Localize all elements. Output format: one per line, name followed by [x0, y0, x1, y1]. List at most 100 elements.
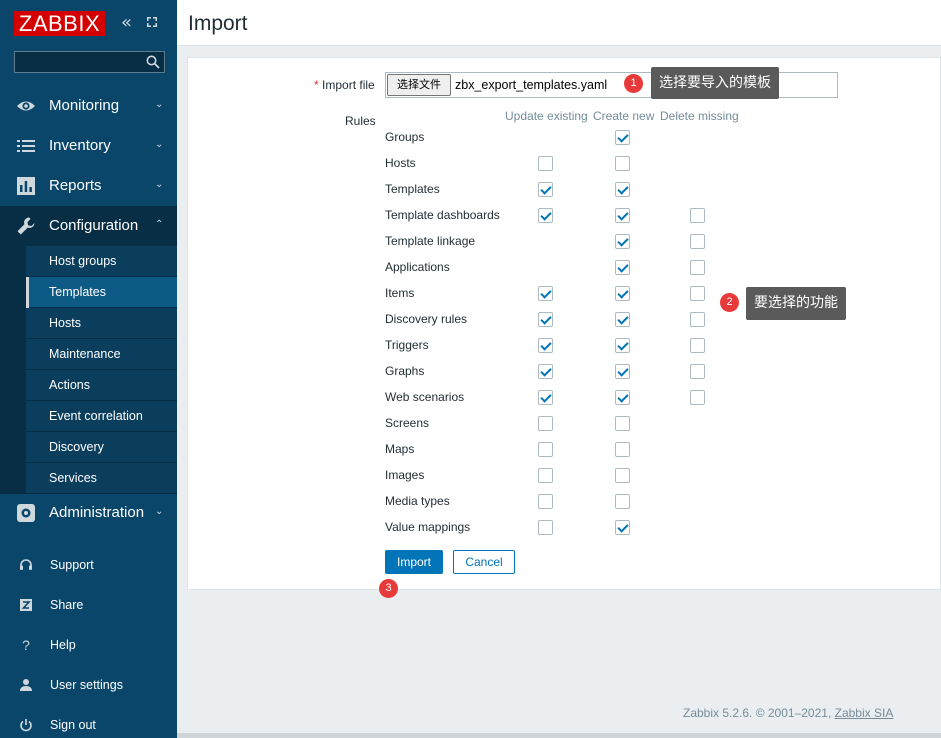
- sidebar-search-input[interactable]: [14, 51, 165, 73]
- rule-update-checkbox[interactable]: [538, 312, 553, 327]
- import-file-label: * Import file: [314, 78, 375, 92]
- rule-label: Templates: [385, 182, 440, 196]
- rule-create-checkbox[interactable]: [615, 130, 630, 145]
- menu-help[interactable]: ? Help: [0, 625, 177, 665]
- rule-label: Value mappings: [385, 520, 471, 534]
- submenu-services[interactable]: Services: [26, 463, 177, 494]
- rule-update-checkbox[interactable]: [538, 364, 553, 379]
- list-icon: [17, 140, 35, 152]
- cancel-button[interactable]: Cancel: [453, 550, 515, 574]
- submenu-label: Templates: [49, 285, 106, 299]
- rule-update-checkbox[interactable]: [538, 286, 553, 301]
- rule-update-checkbox[interactable]: [538, 468, 553, 483]
- rule-label: Applications: [385, 260, 450, 274]
- zabbix-logo[interactable]: ZABBIX: [14, 11, 105, 36]
- submenu-discovery[interactable]: Discovery: [26, 432, 177, 463]
- rule-create-checkbox[interactable]: [615, 156, 630, 171]
- rule-label: Web scenarios: [385, 390, 465, 404]
- menu-configuration[interactable]: Configuration ⌃: [0, 206, 177, 246]
- footer: Zabbix 5.2.6. © 2001–2021, Zabbix SIA: [683, 706, 893, 720]
- rule-update-checkbox[interactable]: [538, 182, 553, 197]
- user-icon: [20, 679, 32, 691]
- footer-text: Zabbix 5.2.6. © 2001–2021,: [683, 706, 835, 720]
- rule-update-checkbox[interactable]: [538, 208, 553, 223]
- annotation-callout-2: 要选择的功能: [746, 287, 846, 320]
- rule-update-checkbox[interactable]: [538, 156, 553, 171]
- zabbix-sia-link[interactable]: Zabbix SIA: [835, 706, 894, 720]
- choose-file-button[interactable]: 选择文件: [387, 74, 451, 96]
- rule-create-checkbox[interactable]: [615, 390, 630, 405]
- chevron-up-icon: ⌃: [155, 219, 164, 230]
- search-icon[interactable]: [146, 55, 160, 69]
- rule-update-checkbox[interactable]: [538, 416, 553, 431]
- rule-create-checkbox[interactable]: [615, 442, 630, 457]
- rule-label: Hosts: [385, 156, 416, 170]
- rule-update-checkbox[interactable]: [538, 520, 553, 535]
- bar-chart-icon: [17, 177, 35, 195]
- menu-sign-out[interactable]: Sign out: [0, 705, 177, 738]
- rule-delete-checkbox[interactable]: [690, 338, 705, 353]
- question-icon: ?: [22, 637, 30, 653]
- submenu-label: Maintenance: [49, 347, 121, 361]
- rule-delete-checkbox[interactable]: [690, 312, 705, 327]
- submenu-templates[interactable]: Templates: [26, 277, 177, 308]
- rule-delete-checkbox[interactable]: [690, 390, 705, 405]
- menu-reports[interactable]: Reports ⌄: [0, 166, 177, 206]
- rule-update-checkbox[interactable]: [538, 390, 553, 405]
- rule-create-checkbox[interactable]: [615, 234, 630, 249]
- rule-create-checkbox[interactable]: [615, 312, 630, 327]
- collapse-sidebar-icon[interactable]: «: [121, 14, 132, 32]
- rule-delete-checkbox[interactable]: [690, 364, 705, 379]
- menu-support[interactable]: Support: [0, 545, 177, 585]
- rule-update-checkbox[interactable]: [538, 494, 553, 509]
- rule-create-checkbox[interactable]: [615, 208, 630, 223]
- rule-label: Triggers: [385, 338, 429, 352]
- rule-update-checkbox[interactable]: [538, 442, 553, 457]
- submenu-actions[interactable]: Actions: [26, 370, 177, 401]
- menu-label: Configuration: [49, 217, 139, 234]
- menu-user-settings[interactable]: User settings: [0, 665, 177, 705]
- chevron-down-icon: ⌄: [155, 179, 164, 190]
- rule-delete-checkbox[interactable]: [690, 286, 705, 301]
- rule-delete-checkbox[interactable]: [690, 234, 705, 249]
- rule-create-checkbox[interactable]: [615, 494, 630, 509]
- menu-label: Sign out: [50, 718, 96, 732]
- eye-icon: [17, 101, 35, 111]
- rule-create-checkbox[interactable]: [615, 286, 630, 301]
- annotation-badge-3: 3: [379, 579, 398, 598]
- rule-create-checkbox[interactable]: [615, 260, 630, 275]
- zabbix-share-icon: [20, 599, 32, 611]
- rule-create-checkbox[interactable]: [615, 520, 630, 535]
- rule-delete-checkbox[interactable]: [690, 208, 705, 223]
- menu-label: Support: [50, 558, 94, 572]
- menu-inventory[interactable]: Inventory ⌄: [0, 126, 177, 166]
- col-update-existing: Update existing: [505, 109, 588, 123]
- submenu-maintenance[interactable]: Maintenance: [26, 339, 177, 370]
- submenu-hosts[interactable]: Hosts: [26, 308, 177, 339]
- menu-administration[interactable]: Administration ⌄: [0, 493, 177, 533]
- menu-label: Inventory: [49, 137, 111, 154]
- rule-create-checkbox[interactable]: [615, 468, 630, 483]
- menu-monitoring[interactable]: Monitoring ⌄: [0, 86, 177, 126]
- menu-label: Administration: [49, 504, 145, 521]
- rule-create-checkbox[interactable]: [615, 416, 630, 431]
- chevron-down-icon: ⌄: [155, 99, 164, 110]
- horizontal-scrollbar[interactable]: [177, 733, 941, 738]
- import-button[interactable]: Import: [385, 550, 443, 574]
- rule-create-checkbox[interactable]: [615, 182, 630, 197]
- submenu-label: Services: [49, 471, 97, 485]
- rule-create-checkbox[interactable]: [615, 338, 630, 353]
- rule-update-checkbox[interactable]: [538, 338, 553, 353]
- menu-share[interactable]: Share: [0, 585, 177, 625]
- rule-delete-checkbox[interactable]: [690, 260, 705, 275]
- submenu-host-groups[interactable]: Host groups: [26, 246, 177, 277]
- page-header: [177, 0, 941, 46]
- annotation-badge-2: 2: [720, 293, 739, 312]
- menu-label: Help: [50, 638, 76, 652]
- rule-create-checkbox[interactable]: [615, 364, 630, 379]
- import-form-panel: [187, 57, 941, 590]
- annotation-badge-1: 1: [624, 74, 643, 93]
- submenu-event-correlation[interactable]: Event correlation: [26, 401, 177, 432]
- kiosk-mode-icon[interactable]: [146, 16, 158, 28]
- rule-label: Discovery rules: [385, 312, 468, 326]
